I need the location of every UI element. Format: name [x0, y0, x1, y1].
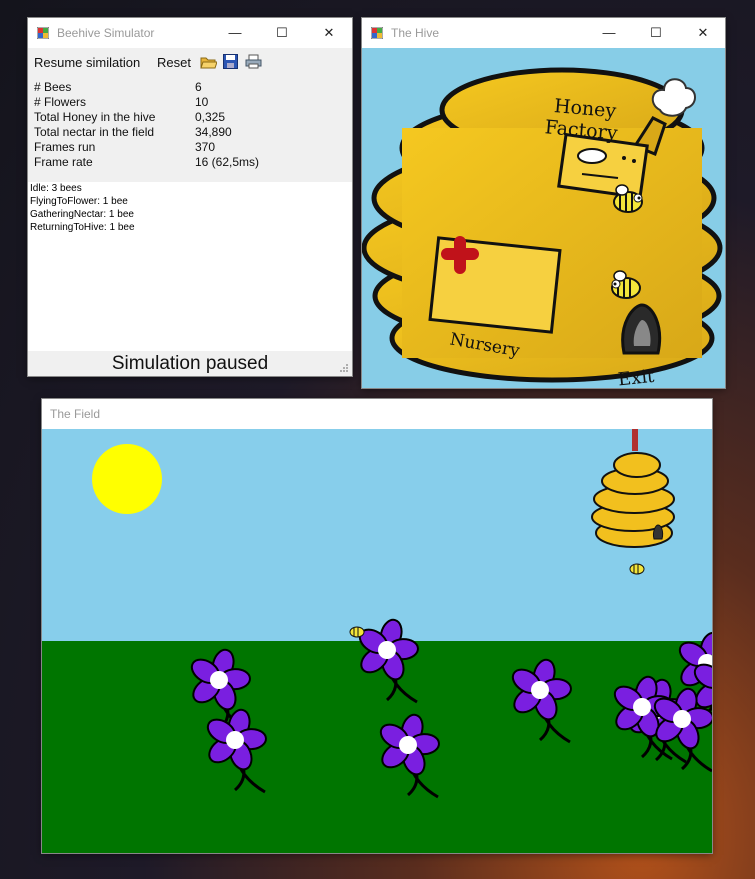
sun-icon: [92, 444, 162, 514]
honey-factory-area: [557, 132, 649, 200]
stat-label: Total Honey in the hive: [34, 110, 156, 124]
field-canvas: [42, 429, 712, 853]
hive-body: [362, 67, 723, 383]
exit-label: Exit: [617, 366, 656, 388]
title-bar[interactable]: Beehive Simulator — ☐ ✕: [28, 18, 352, 48]
stat-label: Frames run: [34, 140, 96, 154]
app-icon: [37, 27, 49, 39]
stat-label: Frame rate: [34, 155, 93, 169]
minimize-button[interactable]: —: [212, 18, 258, 48]
maximize-button[interactable]: ☐: [633, 18, 679, 48]
stat-row: Frame rate 16 (62,5ms): [34, 155, 344, 170]
hive-canvas: Honey Factory Nursery Exit: [362, 48, 725, 388]
list-item: ReturningToHive: 1 bee: [30, 222, 135, 233]
field-window: The Field: [42, 399, 712, 853]
hive-interior: Honey Factory Nursery Exit: [362, 67, 723, 388]
window-title: The Field: [50, 407, 101, 421]
grass: [42, 641, 712, 853]
title-bar[interactable]: The Field: [42, 399, 712, 429]
stat-label: Total nectar in the field: [34, 125, 155, 139]
close-button[interactable]: ✕: [680, 18, 726, 48]
stat-row: # Flowers 10: [34, 95, 344, 110]
stat-value: 10: [195, 95, 209, 109]
list-item: GatheringNectar: 1 bee: [30, 209, 134, 220]
stats-table: # Bees 6 # Flowers 10 Total Honey in the…: [28, 78, 352, 182]
bee-icon: [629, 563, 645, 575]
close-button[interactable]: ✕: [306, 18, 352, 48]
hive-window: The Hive — ☐ ✕ Honey Factory Nursery Exi…: [362, 18, 725, 388]
save-icon[interactable]: [223, 54, 238, 69]
stat-label: # Flowers: [34, 95, 87, 109]
window-title: Beehive Simulator: [57, 26, 155, 40]
stat-row: Frames run 370: [34, 140, 344, 155]
reset-button[interactable]: Reset: [157, 55, 191, 70]
bee-state-list[interactable]: Idle: 3 bees FlyingToFlower: 1 bee Gathe…: [28, 182, 352, 351]
maximize-button[interactable]: ☐: [259, 18, 305, 48]
stat-value: 6: [195, 80, 202, 94]
stat-value: 34,890: [195, 125, 232, 139]
stat-row: Total nectar in the field 34,890: [34, 125, 344, 140]
app-icon: [371, 27, 383, 39]
print-icon[interactable]: [245, 54, 262, 69]
beehive-simulator-window: Beehive Simulator — ☐ ✕ Resume similatio…: [28, 18, 352, 376]
open-folder-icon[interactable]: [200, 55, 217, 69]
nursery-area: [428, 236, 562, 334]
field-scene: [42, 429, 712, 853]
list-item: FlyingToFlower: 1 bee: [30, 196, 128, 207]
minimize-button[interactable]: —: [586, 18, 632, 48]
list-item: Idle: 3 bees: [30, 183, 82, 194]
stat-label: # Bees: [34, 80, 72, 94]
stat-value: 370: [195, 140, 216, 154]
stat-row: # Bees 6: [34, 80, 344, 95]
stat-value: 0,325: [195, 110, 226, 124]
resume-simulation-button[interactable]: Resume similation: [34, 55, 140, 70]
bee-icon: [349, 626, 365, 638]
status-text: Simulation paused: [111, 353, 269, 374]
stat-value: 16 (62,5ms): [195, 155, 260, 169]
resize-grip-icon[interactable]: [339, 363, 349, 373]
desktop: { "main_window": { "title": "Beehive Sim…: [0, 0, 755, 879]
window-title: The Hive: [391, 26, 440, 40]
stat-row: Total Honey in the hive 0,325: [34, 110, 344, 125]
menu-bar: Resume similation Reset: [28, 48, 352, 78]
title-bar[interactable]: The Hive — ☐ ✕: [362, 18, 725, 48]
status-bar: Simulation paused: [28, 351, 352, 376]
